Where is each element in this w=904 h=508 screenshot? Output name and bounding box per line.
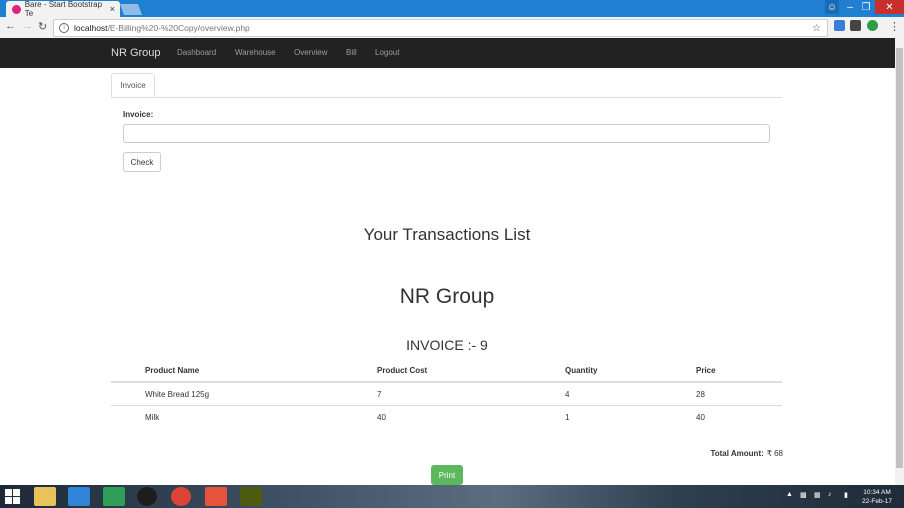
table-cell: 4: [565, 390, 570, 399]
signal-icon[interactable]: ▦: [814, 491, 821, 499]
transactions-table: Product Name Product Cost Quantity Price…: [111, 359, 782, 428]
app-navbar: NR Group Dashboard Warehouse Overview Bi…: [0, 38, 904, 68]
table-cell: 40: [377, 413, 386, 422]
column-header: Price: [696, 366, 716, 375]
new-tab-button[interactable]: [119, 4, 143, 15]
internet-explorer-icon[interactable]: [68, 487, 90, 506]
url-path: /E-Billing%20-%20Copy/overview.php: [107, 23, 250, 33]
transactions-heading: Your Transactions List: [363, 225, 531, 244]
minimize-icon[interactable]: –: [843, 0, 857, 14]
tray-chevron-icon[interactable]: ▲: [786, 491, 793, 498]
dreamweaver-icon[interactable]: [240, 487, 262, 506]
table-header-row: Product Name Product Cost Quantity Price: [111, 359, 782, 383]
volume-icon[interactable]: ♪: [828, 491, 832, 498]
app-red-icon[interactable]: [205, 487, 227, 506]
network-icon[interactable]: ▩: [800, 491, 807, 499]
table-cell: 7: [377, 390, 382, 399]
battery-icon[interactable]: ▮: [844, 491, 848, 499]
total-label: Total Amount:: [710, 449, 764, 458]
hp-icon[interactable]: [137, 487, 157, 506]
nav-link-logout[interactable]: Logout: [375, 48, 399, 57]
store-icon[interactable]: [103, 487, 125, 506]
windows-start-icon[interactable]: [5, 489, 20, 504]
table-row: Milk 40 1 40: [111, 406, 782, 428]
favicon-icon: [12, 4, 21, 14]
file-explorer-icon[interactable]: [34, 487, 56, 506]
extension-book-icon[interactable]: [850, 20, 861, 31]
invoice-input[interactable]: [123, 124, 770, 143]
column-header: Product Name: [145, 366, 200, 375]
clock-time: 10:34 AM: [863, 489, 891, 496]
url-bar[interactable]: i localhost/E-Billing%20-%20Copy/overvie…: [53, 19, 828, 37]
total-value: ₹ 68: [766, 449, 783, 458]
table-cell: Milk: [145, 413, 160, 422]
menu-dots-icon[interactable]: ⋮: [889, 20, 900, 33]
chrome-icon[interactable]: [171, 487, 191, 506]
extension-pen-icon[interactable]: [834, 20, 845, 31]
close-window-icon[interactable]: ✕: [875, 0, 904, 14]
address-toolbar: ← → ↻ i localhost/E-Billing%20-%20Copy/o…: [0, 17, 904, 39]
total-amount: Total Amount: ₹ 68: [710, 449, 783, 458]
clock-date: 22-Feb-17: [862, 498, 892, 505]
table-cell: 1: [565, 413, 570, 422]
user-profile-icon[interactable]: ☺: [825, 0, 839, 14]
column-header: Product Cost: [377, 366, 428, 375]
back-arrow-icon[interactable]: ←: [5, 20, 16, 32]
company-name: NR Group: [399, 285, 495, 308]
tab-invoice[interactable]: Invoice: [111, 73, 155, 97]
browser-tab-title: Bare - Start Bootstrap Te: [24, 0, 103, 18]
nav-link-dashboard[interactable]: Dashboard: [177, 48, 216, 57]
windows-taskbar: ▲ ▩ ▦ ♪ ▮ 10:34 AM 22-Feb-17: [0, 485, 904, 508]
browser-tab-strip: Bare - Start Bootstrap Te × ☺ – ❐ ✕: [0, 0, 904, 18]
form-tabs: Invoice: [111, 73, 782, 98]
restore-icon[interactable]: ❐: [859, 0, 873, 14]
forward-arrow-icon[interactable]: →: [22, 20, 33, 32]
table-cell: 40: [696, 413, 705, 422]
table-row: White Bread 125g 7 4 28: [111, 383, 782, 406]
info-icon[interactable]: i: [59, 23, 69, 33]
nav-link-overview[interactable]: Overview: [294, 48, 327, 57]
taskbar-clock[interactable]: 10:34 AM 22-Feb-17: [862, 488, 892, 506]
reload-icon[interactable]: ↻: [38, 20, 47, 33]
url-host: localhost: [74, 23, 108, 33]
page-scrollbar[interactable]: [895, 38, 904, 485]
scrollbar-thumb[interactable]: [896, 48, 903, 468]
close-tab-icon[interactable]: ×: [110, 4, 115, 14]
invoice-field-label: Invoice:: [123, 110, 154, 119]
column-header: Quantity: [565, 366, 598, 375]
extension-green-icon[interactable]: [867, 20, 878, 31]
nav-link-warehouse[interactable]: Warehouse: [235, 48, 276, 57]
bookmark-star-icon[interactable]: ☆: [812, 23, 821, 34]
check-button[interactable]: Check: [123, 152, 161, 172]
table-cell: White Bread 125g: [145, 390, 210, 399]
browser-tab[interactable]: Bare - Start Bootstrap Te ×: [6, 0, 120, 18]
invoice-title: INVOICE :- 9: [406, 337, 488, 353]
nav-link-bill[interactable]: Bill: [346, 48, 357, 57]
navbar-brand[interactable]: NR Group: [111, 47, 161, 59]
print-button[interactable]: Print: [431, 465, 463, 485]
table-cell: 28: [696, 390, 705, 399]
